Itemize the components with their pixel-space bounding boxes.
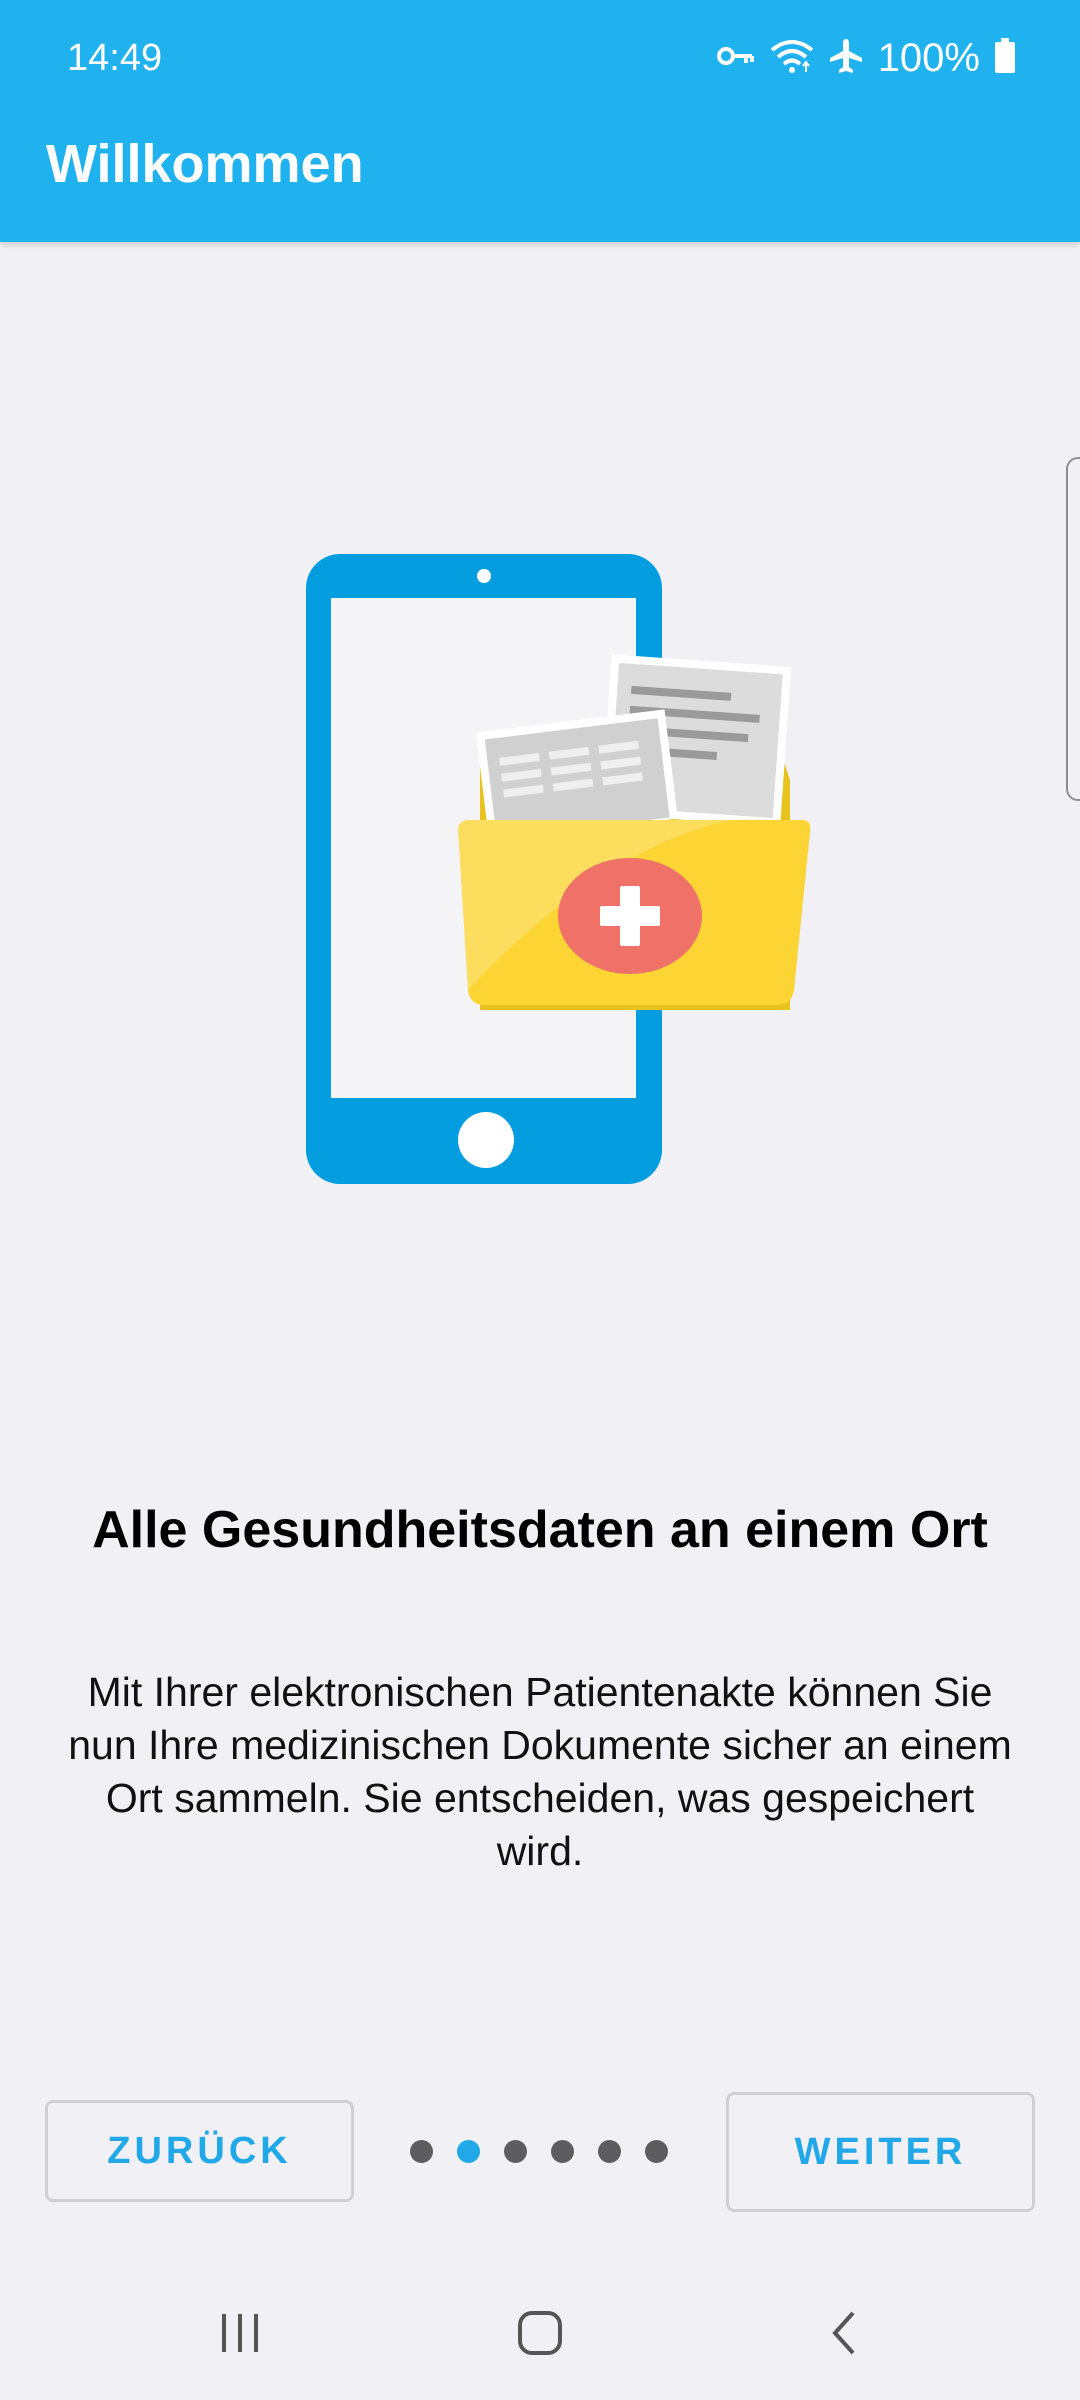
status-icons: 100%	[716, 34, 1016, 82]
home-icon	[516, 2309, 564, 2362]
battery-percent: 100%	[877, 36, 980, 80]
airplane-mode-icon	[828, 37, 864, 80]
onboarding-headline: Alle Gesundheitsdaten an einem Ort	[92, 1501, 988, 1559]
edge-panel-handle[interactable]	[1066, 457, 1080, 801]
onboarding-illustration	[300, 550, 820, 1190]
recent-apps-button[interactable]	[170, 2270, 310, 2400]
status-time: 14:49	[67, 37, 163, 79]
system-nav-bar	[0, 2270, 1080, 2400]
recent-apps-icon	[218, 2311, 262, 2360]
key-icon	[716, 41, 756, 76]
page-dot[interactable]	[504, 2140, 527, 2163]
page-dot[interactable]	[598, 2140, 621, 2163]
page-dot[interactable]	[645, 2140, 668, 2163]
next-button[interactable]: WEITER	[726, 2092, 1035, 2212]
back-icon	[825, 2309, 865, 2362]
page-dot[interactable]	[551, 2140, 574, 2163]
page-title: Willkommen	[46, 134, 364, 194]
page-dot[interactable]	[410, 2140, 433, 2163]
home-button[interactable]	[470, 2270, 610, 2400]
page-dot-active[interactable]	[457, 2140, 480, 2163]
app-bar: 14:49 100% Willkommen	[0, 0, 1080, 242]
back-button[interactable]: ZURÜCK	[45, 2100, 354, 2202]
page-indicator	[410, 2140, 668, 2163]
battery-icon	[994, 37, 1016, 79]
wifi-icon	[770, 38, 814, 79]
onboarding-description: Mit Ihrer elektronischen Patientenakte k…	[68, 1669, 1012, 1874]
back-nav-button[interactable]	[775, 2270, 915, 2400]
welcome-screen: 14:49 100% Willkommen Alle Gesundheitsda…	[0, 0, 1080, 2400]
